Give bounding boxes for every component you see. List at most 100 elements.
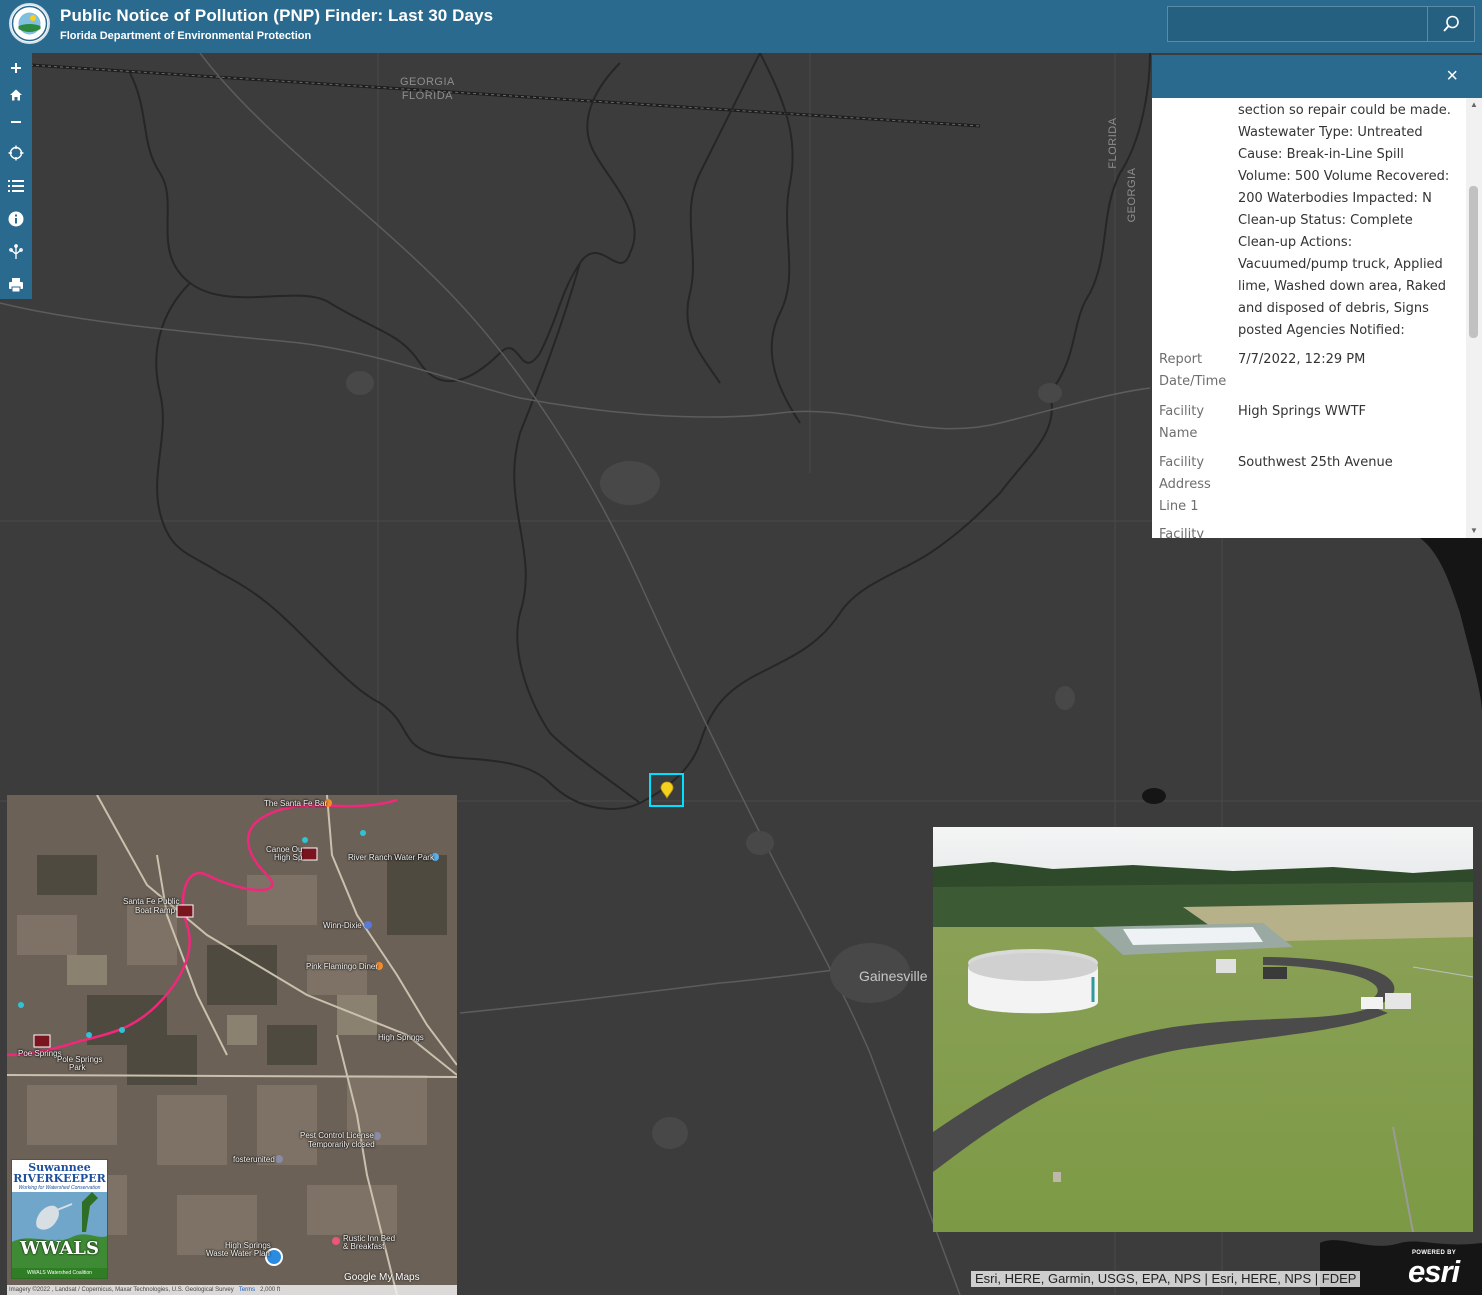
label-line: Address: [1159, 477, 1211, 492]
popup-scrollbar[interactable]: ▲ ▼: [1466, 98, 1482, 538]
app-title: Public Notice of Pollution (PNP) Finder:…: [60, 6, 494, 25]
inset-scale: 2,000 ft: [260, 1287, 281, 1293]
label-line: Facility: [1159, 527, 1205, 538]
scroll-thumb[interactable]: [1469, 186, 1478, 338]
search-button[interactable]: [1427, 6, 1475, 42]
measure-button[interactable]: [0, 237, 32, 267]
state-label-vertical: FLORIDA: [1106, 113, 1120, 173]
description-line: Volume: 500 Volume Recovered:: [1238, 169, 1450, 184]
zoom-in-icon: [11, 63, 21, 73]
description-line: 200 Waterbodies Impacted: N: [1238, 191, 1432, 206]
search-icon: [1443, 15, 1459, 32]
attribute-label: Facility: [1159, 524, 1234, 538]
city-label-gainesville: Gainesville: [859, 968, 928, 984]
description-line: lime, Washed down area, Raked: [1238, 279, 1447, 294]
inset-poi-label: Boat Ramp: [135, 906, 176, 915]
zoom-in-button[interactable]: [0, 53, 32, 83]
inset-poi-label: Temporarily closed: [308, 1140, 375, 1149]
locate-icon: [8, 145, 24, 161]
inset-poi-label: & Breakfast: [343, 1242, 385, 1251]
inset-poi-label: Pest Control License: [300, 1131, 374, 1140]
inset-poi-label: Park: [69, 1063, 86, 1072]
scroll-up-arrow-icon[interactable]: ▲: [1466, 98, 1482, 112]
selected-incident-marker[interactable]: [649, 773, 684, 807]
inset-terms-link[interactable]: Terms: [239, 1287, 255, 1293]
description-line: Clean-up Status: Complete: [1238, 213, 1413, 228]
label-line: Line 1: [1159, 499, 1199, 514]
map-pin-icon: [660, 781, 673, 799]
feature-popup: × section so repair could be made. Waste…: [1152, 55, 1482, 538]
attribute-value: Southwest 25th Avenue: [1238, 455, 1393, 470]
zoom-out-icon: [11, 121, 21, 123]
label-line: Date/Time: [1159, 374, 1227, 389]
wwals-wordmark: WWALS: [20, 1238, 99, 1259]
state-label-florida: FLORIDA: [401, 90, 454, 102]
search-input[interactable]: [1167, 6, 1427, 42]
inset-poi-label: Santa Fe Public: [123, 897, 180, 906]
inset-poi-label: Pink Flamingo Diner: [306, 962, 379, 971]
riverkeeper-tagline: Working for Watershed Conservation: [18, 1185, 101, 1191]
inset-imagery-credit: Imagery ©2022 , Landsat / Copernicus, Ma…: [9, 1287, 234, 1293]
fdep-seal-icon: [11, 5, 48, 42]
wastewater-plant-aerial-image: [933, 827, 1473, 1232]
riverkeeper-title: Suwannee RIVERKEEPER: [12, 1162, 107, 1184]
map-toolbar: [0, 53, 32, 299]
inset-poi-label: Winn-Dixie: [323, 921, 362, 930]
google-logo-text: Google: [344, 1272, 377, 1283]
state-label-vertical-ga: GEORGIA: [1125, 165, 1139, 225]
state-label: GEORGIA FLORIDA: [400, 75, 455, 103]
label-line: Facility: [1159, 455, 1205, 470]
inset-poi-label: River Ranch Water Park: [348, 853, 434, 862]
popup-header: ×: [1152, 55, 1482, 98]
label-line: Facility: [1159, 404, 1205, 419]
zoom-out-button[interactable]: [0, 107, 32, 137]
info-icon: [8, 211, 24, 227]
description-line: Cause: Break-in-Line Spill: [1238, 147, 1404, 162]
my-maps-text: My Maps: [379, 1272, 420, 1283]
google-my-maps-logo: Google My Maps: [344, 1272, 420, 1283]
inset-poi-label: Waste Water Plan: [206, 1249, 270, 1258]
scroll-down-arrow-icon[interactable]: ▼: [1466, 524, 1482, 538]
attribute-value: 7/7/2022, 12:29 PM: [1238, 352, 1366, 367]
description-line: Wastewater Type: Untreated: [1238, 125, 1423, 140]
esri-logo[interactable]: POWERED BY esri: [1408, 1248, 1474, 1289]
state-label-georgia: GEORGIA: [400, 76, 455, 88]
state-label-vertical-georgia: GEORGIA: [1126, 167, 1138, 223]
app-root: GEORGIA FLORIDA FLORIDA GEORGIA Gainesvi…: [0, 0, 1482, 1295]
description-line: section so repair could be made.: [1238, 103, 1451, 118]
fdep-logo: [9, 3, 50, 44]
riverkeeper-title-line: RIVERKEEPER: [13, 1172, 106, 1185]
layer-list-button[interactable]: [0, 171, 32, 201]
description-line: Clean-up Actions:: [1238, 235, 1353, 250]
riverkeeper-logo: Suwannee RIVERKEEPER Working for Watersh…: [11, 1159, 108, 1279]
print-icon: [9, 278, 23, 293]
map-attribution: Esri, HERE, Garmin, USGS, EPA, NPS | Esr…: [971, 1271, 1361, 1287]
layer-list-icon: [8, 180, 24, 192]
info-button[interactable]: [0, 204, 32, 234]
attribute-value: High Springs WWTF: [1238, 404, 1366, 419]
attribute-label: Facility Name: [1159, 401, 1234, 445]
inset-footer: Imagery ©2022 , Landsat / Copernicus, Ma…: [7, 1285, 457, 1295]
popup-body: section so repair could be made. Wastewa…: [1152, 98, 1468, 538]
popup-close-button[interactable]: ×: [1446, 66, 1458, 86]
attribute-label: Report Date/Time: [1159, 349, 1234, 393]
app-header: Public Notice of Pollution (PNP) Finder:…: [0, 0, 1482, 53]
facility-photo: [933, 827, 1473, 1232]
inset-poi-label: Poe Springs: [18, 1049, 62, 1058]
state-label-vertical-florida: FLORIDA: [1107, 117, 1119, 169]
incident-description: section so repair could be made. Wastewa…: [1238, 100, 1460, 342]
description-line: posted Agencies Notified:: [1238, 323, 1405, 338]
app-subtitle: Florida Department of Environmental Prot…: [60, 30, 312, 42]
inset-poi-label: The Santa Fe Bar: [264, 799, 328, 808]
description-line: Vacuumed/pump truck, Applied: [1238, 257, 1443, 272]
home-button[interactable]: [0, 80, 32, 110]
label-line: Report: [1159, 352, 1203, 367]
print-button[interactable]: [0, 270, 32, 300]
inset-satellite-map: The Santa Fe Bar Canoe Ou High Sp River …: [7, 795, 457, 1295]
measure-icon: [9, 244, 23, 259]
inset-poi-label: High Sp: [274, 853, 303, 862]
label-line: Name: [1159, 426, 1198, 441]
locate-button[interactable]: [0, 138, 32, 168]
inset-poi-label: High Springs: [378, 1033, 424, 1042]
wwals-coalition: WWALS Watershed Coalition: [12, 1268, 107, 1278]
